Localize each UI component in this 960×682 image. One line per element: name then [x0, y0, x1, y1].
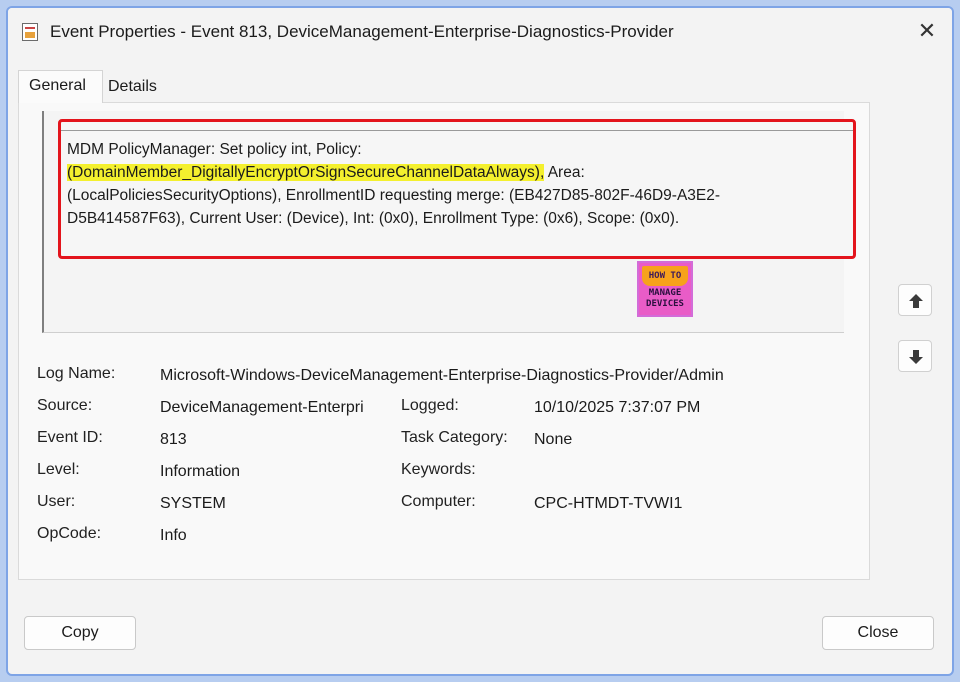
description-line-1: MDM PolicyManager: Set policy int, Polic…: [67, 141, 362, 158]
logo-line-2: MANAGE: [648, 288, 682, 298]
opcode-value[interactable]: Info: [160, 527, 187, 545]
annotation-highlight-box: MDM PolicyManager: Set policy int, Polic…: [58, 119, 856, 259]
description-top-border: [61, 130, 853, 131]
logged-value[interactable]: 10/10/2025 7:37:07 PM: [534, 399, 700, 417]
description-line-3: (LocalPoliciesSecurityOptions), Enrollme…: [67, 187, 721, 204]
arrow-down-icon: [909, 350, 923, 364]
level-value[interactable]: Information: [160, 463, 240, 481]
logo-line-3: DEVICES: [646, 299, 684, 309]
log-name-value[interactable]: Microsoft-Windows-DeviceManagement-Enter…: [160, 367, 724, 385]
level-label: Level:: [37, 461, 80, 478]
opcode-label: OpCode:: [37, 525, 102, 542]
task-category-value[interactable]: None: [534, 431, 572, 449]
next-event-button[interactable]: [898, 340, 932, 372]
keywords-label: Keywords:: [401, 461, 476, 478]
event-viewer-icon: [22, 23, 38, 41]
previous-event-button[interactable]: [898, 284, 932, 316]
event-description-text: MDM PolicyManager: Set policy int, Polic…: [67, 138, 842, 230]
description-line-4: D5B414587F63), Current User: (Device), I…: [67, 210, 680, 227]
description-line-2: Area:: [544, 164, 585, 181]
window-title: Event Properties - Event 813, DeviceMana…: [50, 22, 674, 41]
highlighted-policy-name: (DomainMember_DigitallyEncryptOrSignSecu…: [67, 164, 545, 181]
log-name-label: Log Name:: [37, 365, 116, 382]
event-properties-window: Event Properties - Event 813, DeviceMana…: [6, 6, 954, 676]
close-button[interactable]: Close: [822, 616, 934, 650]
logo-lines: MANAGE DEVICES: [642, 288, 688, 310]
event-id-value[interactable]: 813: [160, 431, 187, 449]
computer-value[interactable]: CPC-HTMDT-TVWI1: [534, 495, 682, 513]
tab-general[interactable]: General: [18, 70, 103, 103]
copy-button[interactable]: Copy: [24, 616, 136, 650]
computer-label: Computer:: [401, 493, 476, 510]
arrow-up-icon: [909, 294, 923, 308]
tab-details[interactable]: Details: [108, 78, 157, 96]
logo-line-1: HOW TO: [642, 266, 688, 286]
source-value[interactable]: DeviceManagement-Enterpri: [160, 399, 364, 417]
event-description-box[interactable]: MDM PolicyManager: Set policy int, Polic…: [42, 111, 856, 333]
user-label: User:: [37, 493, 76, 510]
close-window-button[interactable]: ✕: [912, 16, 942, 46]
source-label: Source:: [37, 397, 93, 414]
general-panel: MDM PolicyManager: Set policy int, Polic…: [18, 102, 870, 580]
how-to-manage-devices-logo: HOW TO MANAGE DEVICES: [637, 261, 693, 317]
logged-label: Logged:: [401, 397, 459, 414]
title-bar: Event Properties - Event 813, DeviceMana…: [8, 8, 952, 56]
task-category-label: Task Category:: [401, 429, 508, 446]
user-value[interactable]: SYSTEM: [160, 495, 226, 513]
event-id-label: Event ID:: [37, 429, 103, 446]
